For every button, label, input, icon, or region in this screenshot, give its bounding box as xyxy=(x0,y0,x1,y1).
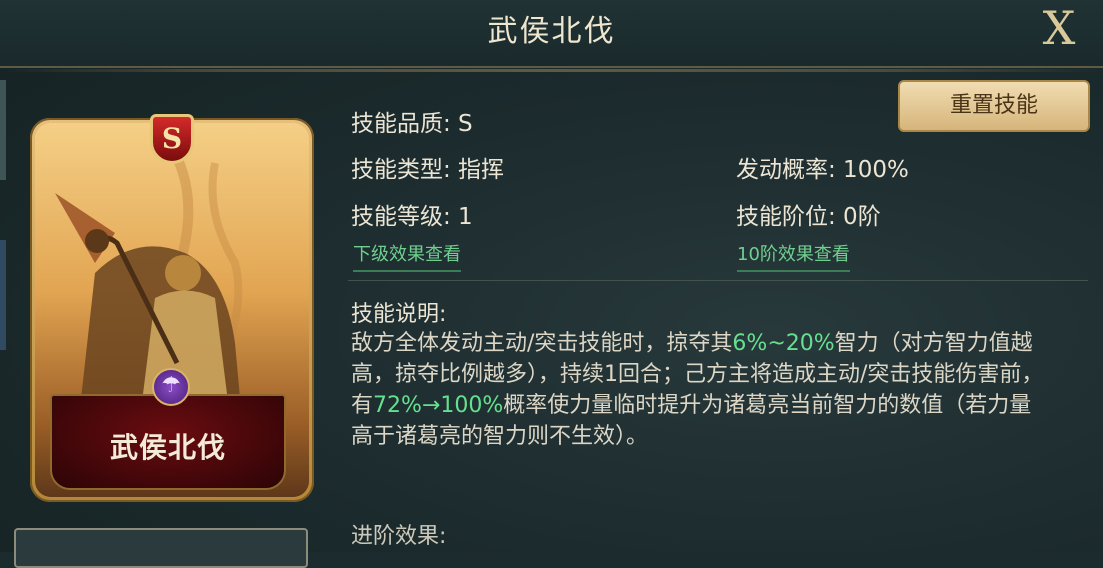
card-nameplate: 武侯北伐 xyxy=(50,394,286,490)
description-highlight-1: 6%~20% xyxy=(732,331,835,356)
close-button[interactable]: X xyxy=(1033,2,1085,54)
skill-level: 技能等级: 1 xyxy=(351,204,473,230)
skill-tier: 技能阶位: 0阶 xyxy=(736,204,881,230)
description-text-1: 敌方全体发动主动/突击技能时，掠夺其 xyxy=(351,331,733,356)
page-title: 武侯北伐 xyxy=(487,14,616,49)
description-title: 技能说明: xyxy=(351,302,447,327)
faction-emblem-icon: ☂ xyxy=(152,368,190,406)
divider xyxy=(348,280,1088,281)
left-tab-indicator[interactable] xyxy=(0,80,6,180)
title-bar: 武侯北伐 X xyxy=(0,0,1103,72)
trigger-chance: 发动概率: 100% xyxy=(736,157,909,183)
skill-quality: 技能品质: S xyxy=(351,111,473,137)
strategy-button[interactable] xyxy=(14,528,308,568)
grade-badge: S xyxy=(150,114,194,164)
reset-skill-button[interactable]: 重置技能 xyxy=(898,80,1090,132)
skill-description: 敌方全体发动主动/突击技能时，掠夺其6%~20%智力（对方智力值越高，掠夺比例越… xyxy=(351,328,1051,452)
left-tab-indicator-2[interactable] xyxy=(0,240,6,350)
description-highlight-2: 72%→100% xyxy=(373,393,504,418)
skill-type: 技能类型: 指挥 xyxy=(351,157,505,183)
tier10-effect-link[interactable]: 10阶效果查看 xyxy=(737,240,850,272)
advance-effect-title: 进阶效果: xyxy=(351,524,447,549)
next-level-effect-link[interactable]: 下级效果查看 xyxy=(353,240,461,272)
card-name: 武侯北伐 xyxy=(109,431,226,464)
